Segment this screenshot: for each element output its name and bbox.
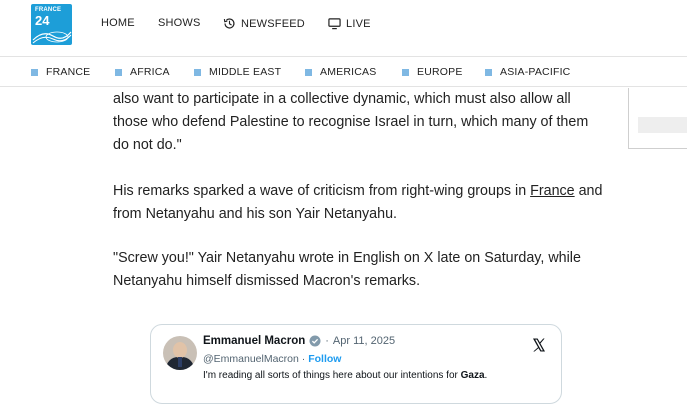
x-logo-icon[interactable] — [531, 337, 547, 353]
category-asia-pacific[interactable]: ASIA-PACIFIC — [485, 66, 570, 78]
nav-shows[interactable]: SHOWS — [158, 17, 201, 29]
category-square-icon — [115, 68, 122, 76]
category-label: AMERICAS — [320, 66, 377, 78]
france-link[interactable]: France — [530, 183, 575, 199]
nav-newsfeed[interactable]: NEWSFEED — [223, 17, 305, 30]
site-header: FRANCE 24 HOME SHOWS NEWSFEED LIVE — [0, 0, 687, 48]
tweet-text: I'm reading all sorts of things here abo… — [203, 369, 543, 382]
sidebar-placeholder — [638, 117, 687, 133]
follow-button[interactable]: Follow — [308, 353, 341, 365]
france24-logo[interactable]: FRANCE 24 — [31, 4, 72, 45]
category-label: AFRICA — [130, 66, 170, 78]
nav-live-label: LIVE — [346, 17, 371, 30]
category-label: FRANCE — [46, 66, 91, 78]
paragraph-text: His remarks sparked a wave of criticism … — [113, 183, 531, 199]
category-bar: FRANCE AFRICA MIDDLE EAST AMERICAS EUROP… — [0, 56, 687, 87]
nav-newsfeed-label: NEWSFEED — [241, 17, 305, 30]
history-icon — [223, 18, 235, 29]
tweet-handle[interactable]: @EmmanuelMacron — [203, 353, 299, 365]
tweet-author-row: Emmanuel Macron · Apr 11, 2025 — [203, 335, 395, 347]
logo-wave-icon — [32, 31, 72, 44]
article-paragraph: also want to participate in a collective… — [113, 91, 589, 153]
nav-home[interactable]: HOME — [101, 17, 135, 29]
category-square-icon — [485, 68, 492, 76]
tweet-handle-row: @EmmanuelMacron · Follow — [203, 353, 341, 365]
category-americas[interactable]: AMERICAS — [305, 66, 376, 78]
article-paragraph: His remarks sparked a wave of criticism … — [113, 180, 603, 226]
avatar-tie — [178, 357, 182, 367]
tweet-author-name[interactable]: Emmanuel Macron — [203, 335, 305, 347]
category-france[interactable]: FRANCE — [31, 66, 90, 78]
tweet-text-bold: Gaza — [460, 370, 485, 381]
tv-icon — [328, 18, 341, 30]
avatar-face — [173, 342, 187, 358]
nav-live[interactable]: LIVE — [328, 17, 371, 30]
avatar[interactable] — [163, 336, 197, 370]
tweet-separator: · — [301, 353, 306, 365]
category-label: MIDDLE EAST — [209, 66, 282, 78]
nav-home-label: HOME — [101, 17, 135, 29]
category-square-icon — [194, 68, 201, 76]
category-square-icon — [305, 68, 312, 76]
tweet-date[interactable]: Apr 11, 2025 — [333, 335, 395, 347]
category-square-icon — [402, 68, 409, 76]
tweet-text-start: I'm reading all sorts of things here abo… — [203, 370, 461, 381]
embedded-tweet[interactable]: Emmanuel Macron · Apr 11, 2025 @Emmanuel… — [150, 324, 562, 404]
category-label: EUROPE — [417, 66, 463, 78]
category-europe[interactable]: EUROPE — [402, 66, 463, 78]
category-label: ASIA-PACIFIC — [500, 66, 571, 78]
verified-badge-icon — [309, 335, 321, 347]
category-middle-east[interactable]: MIDDLE EAST — [194, 66, 281, 78]
category-africa[interactable]: AFRICA — [115, 66, 170, 78]
article-paragraph: "Screw you!" Yair Netanyahu wrote in Eng… — [113, 250, 581, 289]
nav-shows-label: SHOWS — [158, 17, 201, 29]
category-square-icon — [31, 68, 38, 76]
tweet-separator: · — [325, 335, 329, 347]
tweet-text-end: . — [484, 370, 488, 381]
